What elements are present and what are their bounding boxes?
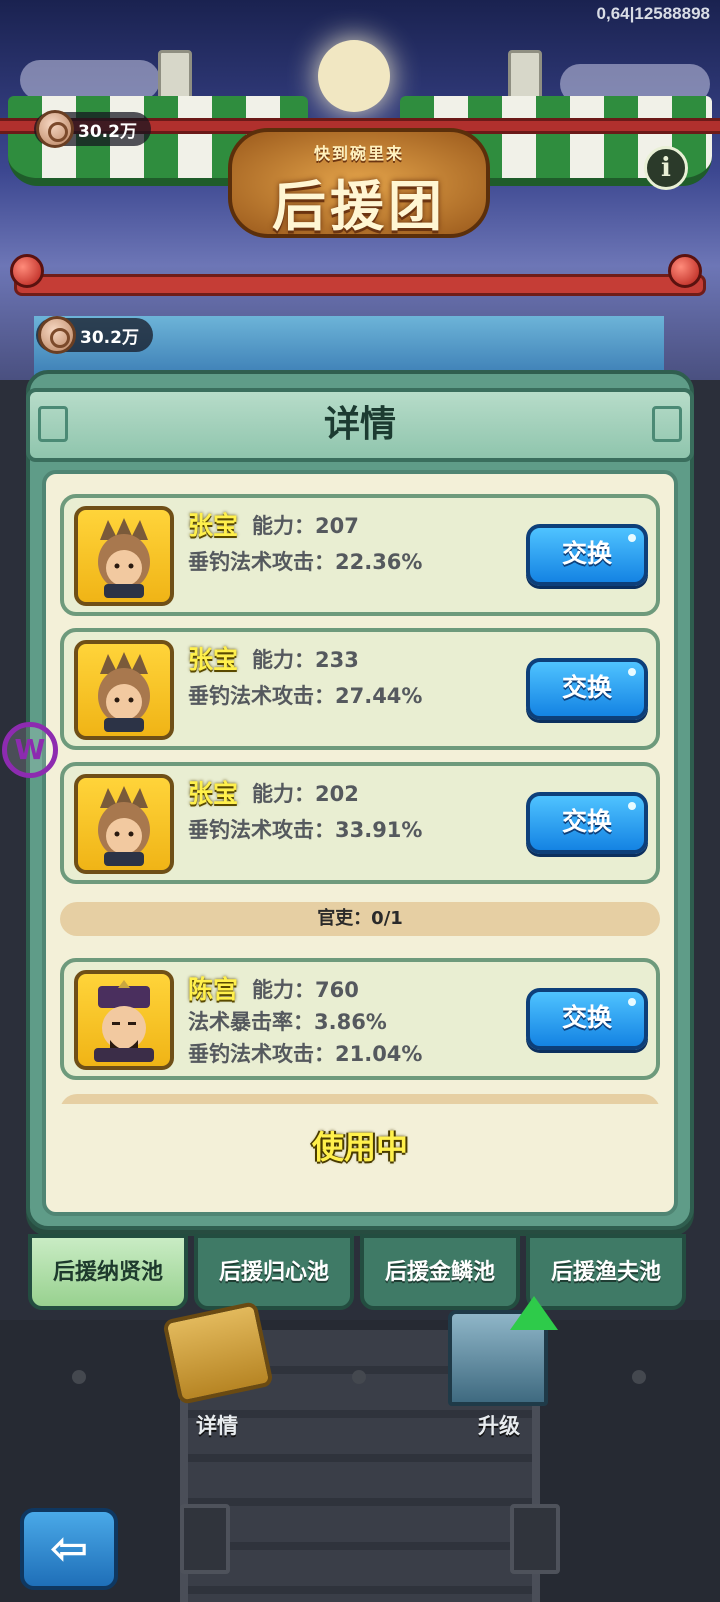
- corner-ornament-icon: [38, 406, 68, 442]
- coin-amount: 30.2万: [80, 327, 139, 348]
- info-button[interactable]: i: [644, 146, 688, 190]
- red-rail: [14, 274, 706, 296]
- in-use-label: 使用中: [311, 1128, 408, 1166]
- banner-subtitle: 快到碗里来: [313, 144, 404, 163]
- hero-ability: 能力：207: [252, 514, 359, 538]
- dialog-body: 张宝 能力：207 垂钓法术攻击：22.36% 交换 张宝 能力：233 垂钓法…: [42, 470, 678, 1216]
- floating-w-logo-icon[interactable]: W: [2, 722, 58, 778]
- supporter-card: 张宝 能力：233 垂钓法术攻击：27.44% 交换: [60, 628, 660, 750]
- coin-icon: [36, 110, 74, 148]
- hero-avatar-zhangbao: [74, 506, 174, 606]
- tab-jinlin-pool[interactable]: 后援金鳞池: [360, 1234, 520, 1310]
- dot: [632, 1370, 646, 1384]
- hero-name: 陈宫: [188, 975, 239, 1004]
- dot: [72, 1370, 86, 1384]
- banner-title: 后援团: [272, 175, 446, 238]
- hero-name: 张宝: [188, 779, 239, 808]
- coin-icon: [38, 316, 76, 354]
- details-label[interactable]: 详情: [196, 1410, 238, 1440]
- section-header-partial: [60, 1094, 660, 1104]
- hero-stat: 法术暴击率：3.86%: [188, 1010, 387, 1034]
- coin-counter-second: 30.2万: [36, 316, 153, 354]
- upgrade-label[interactable]: 升级: [478, 1410, 520, 1440]
- hero-stat: 垂钓法术攻击：22.36%: [188, 550, 423, 574]
- hero-portrait-icon: [98, 518, 150, 598]
- moon: [318, 40, 390, 112]
- hero-stat: 垂钓法术攻击：33.91%: [188, 818, 423, 842]
- swap-button[interactable]: 交换: [526, 524, 648, 586]
- hero-ability: 能力：760: [252, 978, 359, 1002]
- swap-button[interactable]: 交换: [526, 792, 648, 854]
- tab-guixin-pool[interactable]: 后援归心池: [194, 1234, 354, 1310]
- hero-stat: 垂钓法术攻击：27.44%: [188, 684, 423, 708]
- swap-button[interactable]: 交换: [526, 988, 648, 1050]
- hero-portrait-icon: [98, 786, 150, 866]
- tower: [158, 50, 192, 100]
- back-button[interactable]: ⇦: [20, 1508, 118, 1590]
- hero-avatar-zhangbao: [74, 640, 174, 740]
- hero-stat: 垂钓法术攻击：21.04%: [188, 1042, 423, 1066]
- supporter-card: 陈宫 能力：760 法术暴击率：3.86% 垂钓法术攻击：21.04% 交换: [60, 958, 660, 1080]
- corner-ornament-icon: [652, 406, 682, 442]
- dialog-header: 详情: [26, 388, 694, 462]
- upgrade-arrow-icon: [510, 1296, 558, 1330]
- door: [180, 1504, 230, 1574]
- door: [510, 1504, 560, 1574]
- hero-name: 张宝: [188, 645, 239, 674]
- section-header-officials: 官吏：0/1: [60, 902, 660, 936]
- dot: [352, 1370, 366, 1384]
- hero-portrait-icon: [98, 652, 150, 732]
- coin-amount: 30.2万: [78, 121, 137, 142]
- tab-nahuanxian-pool[interactable]: 后援纳贤池: [28, 1234, 188, 1310]
- title-banner: 快到碗里来 后援团: [228, 128, 490, 238]
- cloud: [20, 60, 160, 100]
- dialog-title: 详情: [323, 404, 396, 445]
- hero-avatar-chengong: [74, 970, 174, 1070]
- hero-ability: 能力：233: [252, 648, 359, 672]
- status-id-text: 0,64|12588898: [596, 4, 710, 23]
- swap-button[interactable]: 交换: [526, 658, 648, 720]
- hero-ability: 能力：202: [252, 782, 359, 806]
- supporter-card: 张宝 能力：202 垂钓法术攻击：33.91% 交换: [60, 762, 660, 884]
- coin-counter-top: 30.2万: [34, 110, 151, 148]
- tower: [508, 50, 542, 100]
- hero-portrait-icon: [94, 980, 154, 1062]
- details-dialog: 详情 张宝 能力：207 垂钓法术攻击：22.36% 交换 张宝 能力：233 …: [26, 370, 694, 1230]
- rail-ornament: [10, 254, 44, 288]
- rail-ornament: [668, 254, 702, 288]
- pool-tabs: 后援纳贤池 后援归心池 后援金鳞池 后援渔夫池: [28, 1234, 692, 1312]
- supporter-list[interactable]: 张宝 能力：207 垂钓法术攻击：22.36% 交换 张宝 能力：233 垂钓法…: [46, 474, 674, 1104]
- hero-name: 张宝: [188, 511, 239, 540]
- hero-avatar-zhangbao: [74, 774, 174, 874]
- supporter-card: 张宝 能力：207 垂钓法术攻击：22.36% 交换: [60, 494, 660, 616]
